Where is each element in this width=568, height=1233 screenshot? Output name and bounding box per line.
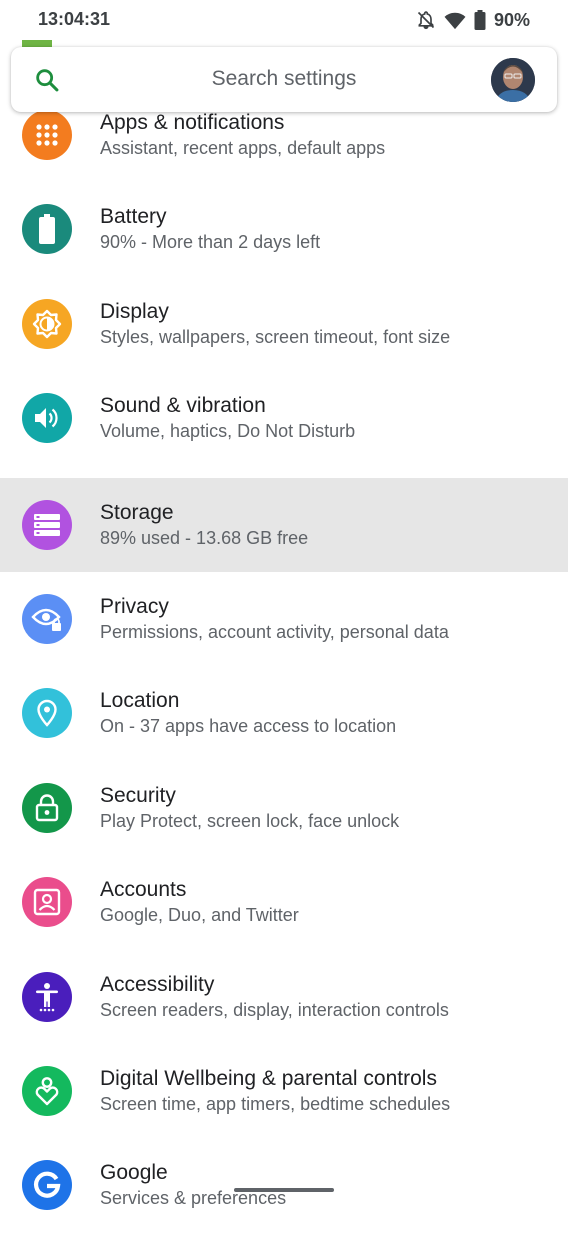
status-icons: 90% [416, 9, 530, 31]
settings-item-title: Privacy [100, 594, 169, 618]
settings-item-security[interactable]: Security Play Protect, screen lock, face… [0, 761, 568, 855]
battery-icon [22, 204, 72, 255]
settings-item-subtitle: Styles, wallpapers, screen timeout, font… [100, 326, 451, 347]
google-g-icon [22, 1160, 72, 1211]
settings-item-accessibility[interactable]: Accessibility Screen readers, display, i… [0, 950, 568, 1044]
settings-item-subtitle: Screen readers, display, interaction con… [100, 999, 449, 1020]
settings-item-apps[interactable]: Apps & notifications Assistant, recent a… [0, 100, 568, 194]
wifi-icon [444, 12, 466, 30]
battery-percent: 90% [493, 9, 530, 30]
settings-item-digital-wellbeing[interactable]: Digital Wellbeing & parental controls Sc… [0, 1044, 568, 1138]
settings-item-title: Battery [100, 205, 167, 229]
settings-item-google[interactable]: Google Services & preferences [0, 1138, 568, 1232]
settings-item-subtitle: Google, Duo, and Twitter [100, 905, 299, 926]
settings-item-title: Sound & vibration [100, 394, 266, 418]
settings-item-privacy[interactable]: Privacy Permissions, account activity, p… [0, 572, 568, 666]
lock-icon [22, 782, 72, 833]
storage-icon [22, 499, 72, 550]
profile-picture [491, 58, 535, 102]
settings-item-title: Location [100, 689, 180, 713]
accessibility-icon [22, 971, 72, 1022]
volume-icon [22, 393, 72, 444]
settings-item-subtitle: Screen time, app timers, bedtime schedul… [100, 1093, 451, 1114]
status-time: 13:04:31 [38, 9, 111, 29]
settings-item-sound[interactable]: Sound & vibration Volume, haptics, Do No… [0, 383, 568, 477]
settings-item-location[interactable]: Location On - 37 apps have access to loc… [0, 666, 568, 760]
settings-item-subtitle: On - 37 apps have access to location [100, 716, 397, 737]
location-pin-icon [22, 688, 72, 739]
settings-item-subtitle: Assistant, recent apps, default apps [100, 138, 386, 158]
battery-icon [474, 10, 486, 30]
settings-item-storage[interactable]: Storage 89% used - 13.68 GB free [0, 477, 568, 572]
settings-item-subtitle: Play Protect, screen lock, face unlock [100, 810, 400, 831]
wellbeing-heart-icon [22, 1065, 72, 1116]
settings-item-title: Accounts [100, 878, 187, 902]
avatar[interactable] [491, 58, 535, 102]
settings-item-battery[interactable]: Battery 90% - More than 2 days left [0, 194, 568, 288]
settings-item-subtitle: Volume, haptics, Do Not Disturb [100, 421, 356, 442]
account-box-icon [22, 877, 72, 928]
apps-grid-icon [22, 110, 72, 160]
settings-item-title: Google [100, 1161, 168, 1185]
settings-list: Apps & notifications Assistant, recent a… [0, 100, 568, 1233]
privacy-eye-icon [22, 593, 72, 644]
notifications-off-icon [417, 11, 435, 30]
settings-item-title: Display [100, 299, 169, 323]
status-bar: 13:04:31 90% [0, 0, 568, 40]
settings-item-title: Security [100, 783, 176, 807]
brightness-icon [22, 298, 72, 349]
settings-item-title: Apps & notifications [100, 111, 285, 134]
settings-item-display[interactable]: Display Styles, wallpapers, screen timeo… [0, 289, 568, 383]
settings-item-subtitle: 90% - More than 2 days left [100, 232, 321, 253]
settings-item-subtitle: 89% used - 13.68 GB free [100, 527, 309, 548]
settings-item-title: Accessibility [100, 972, 215, 996]
gesture-navigation-bar[interactable] [234, 1188, 334, 1192]
settings-item-title: Storage [100, 500, 174, 524]
search-bar[interactable]: Search settings [11, 47, 557, 112]
settings-item-subtitle: Permissions, account activity, personal … [100, 621, 449, 642]
settings-item-accounts[interactable]: Accounts Google, Duo, and Twitter [0, 855, 568, 949]
search-input[interactable]: Search settings [11, 67, 557, 91]
settings-item-title: Digital Wellbeing & parental controls [100, 1066, 437, 1090]
